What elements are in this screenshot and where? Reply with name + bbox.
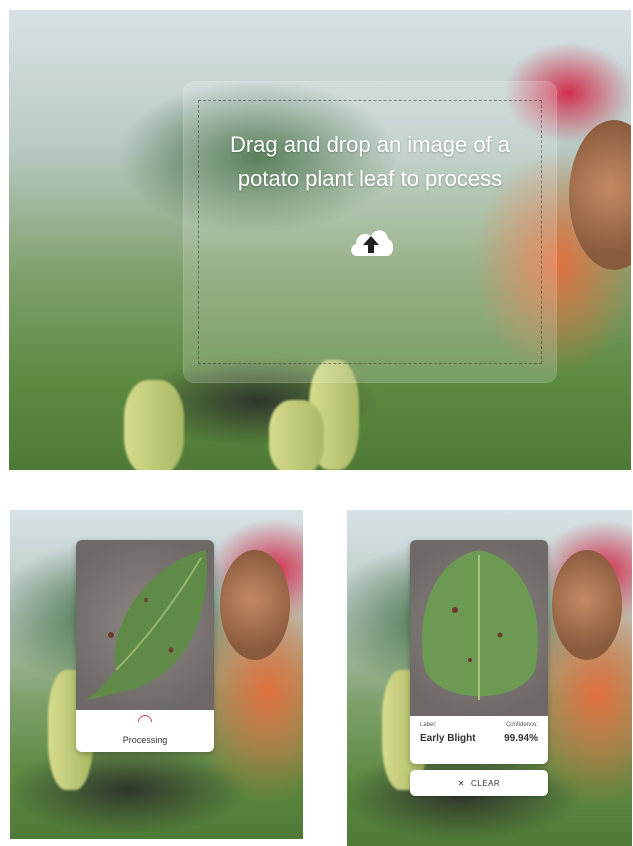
farmer-face	[569, 120, 631, 270]
label-value: Early Blight	[420, 733, 476, 744]
leaf-image	[86, 550, 207, 700]
label-caption: Label:	[420, 722, 437, 728]
spinner-icon	[135, 712, 155, 732]
clear-button[interactable]: ✕ CLEAR	[410, 770, 548, 796]
leaf-image	[422, 550, 538, 700]
processing-card: Processing	[76, 540, 214, 752]
leaf-photo	[76, 540, 214, 710]
processing-panel: Processing	[10, 510, 303, 839]
result-panel: Label: Confidence: Early Blight 99.94% ✕…	[347, 510, 632, 846]
result-card: Label: Confidence: Early Blight 99.94%	[410, 540, 548, 764]
close-icon: ✕	[457, 778, 465, 788]
beans-basket	[124, 380, 184, 470]
processing-status: Processing	[76, 710, 214, 750]
leaf-photo	[410, 540, 548, 716]
hero-background: Drag and drop an image of a potato plant…	[9, 10, 631, 470]
confidence-caption: Confidence:	[505, 722, 538, 728]
drop-zone-message: Drag and drop an image of a potato plant…	[229, 132, 511, 191]
clear-label: CLEAR	[471, 778, 501, 788]
processing-label: Processing	[122, 735, 168, 745]
drop-zone[interactable]: Drag and drop an image of a potato plant…	[184, 82, 556, 382]
cloud-upload-icon[interactable]	[347, 222, 395, 262]
confidence-value: 99.94%	[504, 733, 538, 744]
result-details: Label: Confidence: Early Blight 99.94%	[410, 716, 548, 752]
